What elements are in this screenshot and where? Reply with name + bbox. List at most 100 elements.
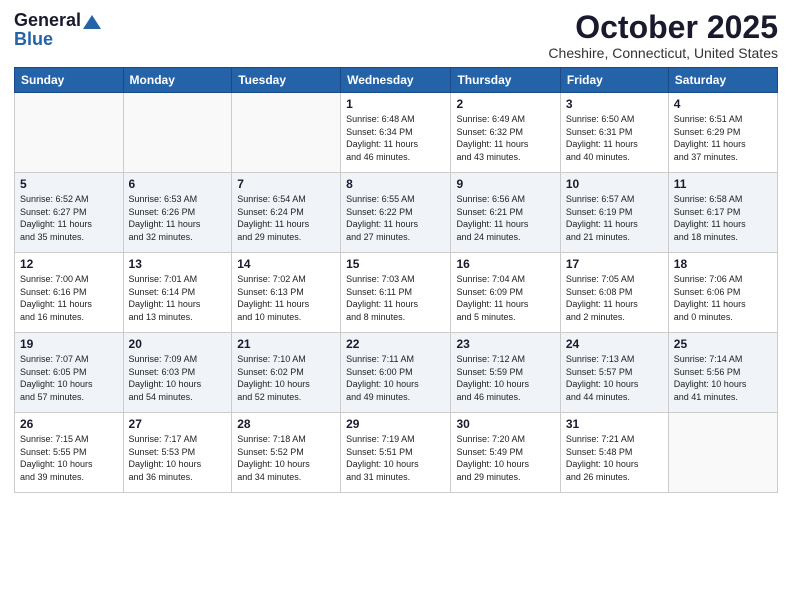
day-header-friday: Friday bbox=[560, 68, 668, 93]
day-info-text: Sunrise: 6:52 AM bbox=[20, 193, 118, 206]
day-info-text: Sunrise: 7:01 AM bbox=[129, 273, 227, 286]
day-info-text: Daylight: 11 hours bbox=[566, 298, 663, 311]
calendar-day-cell: 28Sunrise: 7:18 AMSunset: 5:52 PMDayligh… bbox=[232, 413, 341, 493]
day-info-text: Sunset: 6:27 PM bbox=[20, 206, 118, 219]
day-info-text: Daylight: 10 hours bbox=[456, 378, 554, 391]
day-info-text: Sunset: 6:29 PM bbox=[674, 126, 772, 139]
day-info-text: Daylight: 10 hours bbox=[20, 458, 118, 471]
day-number: 29 bbox=[346, 417, 445, 431]
calendar-day-cell bbox=[232, 93, 341, 173]
day-info-text: Sunset: 6:34 PM bbox=[346, 126, 445, 139]
day-info-text: Sunrise: 7:14 AM bbox=[674, 353, 772, 366]
day-info-text: and 44 minutes. bbox=[566, 391, 663, 404]
day-header-wednesday: Wednesday bbox=[341, 68, 451, 93]
calendar-day-cell: 17Sunrise: 7:05 AMSunset: 6:08 PMDayligh… bbox=[560, 253, 668, 333]
day-number: 4 bbox=[674, 97, 772, 111]
day-info-text: Daylight: 11 hours bbox=[456, 218, 554, 231]
logo-blue-text: Blue bbox=[14, 29, 53, 50]
calendar-day-cell bbox=[15, 93, 124, 173]
calendar-day-cell: 15Sunrise: 7:03 AMSunset: 6:11 PMDayligh… bbox=[341, 253, 451, 333]
day-info-text: and 35 minutes. bbox=[20, 231, 118, 244]
calendar-day-cell: 8Sunrise: 6:55 AMSunset: 6:22 PMDaylight… bbox=[341, 173, 451, 253]
day-info-text: Daylight: 10 hours bbox=[129, 378, 227, 391]
day-info-text: Daylight: 10 hours bbox=[346, 458, 445, 471]
day-info-text: Sunrise: 7:04 AM bbox=[456, 273, 554, 286]
header-right: October 2025 Cheshire, Connecticut, Unit… bbox=[548, 10, 778, 61]
day-info-text: and 29 minutes. bbox=[237, 231, 335, 244]
day-info-text: Sunrise: 7:19 AM bbox=[346, 433, 445, 446]
day-number: 6 bbox=[129, 177, 227, 191]
day-info-text: Daylight: 10 hours bbox=[237, 458, 335, 471]
day-number: 28 bbox=[237, 417, 335, 431]
calendar-day-cell: 31Sunrise: 7:21 AMSunset: 5:48 PMDayligh… bbox=[560, 413, 668, 493]
day-info-text: Sunrise: 7:10 AM bbox=[237, 353, 335, 366]
day-number: 31 bbox=[566, 417, 663, 431]
day-number: 17 bbox=[566, 257, 663, 271]
calendar-day-cell: 29Sunrise: 7:19 AMSunset: 5:51 PMDayligh… bbox=[341, 413, 451, 493]
day-number: 15 bbox=[346, 257, 445, 271]
day-info-text: Sunrise: 7:13 AM bbox=[566, 353, 663, 366]
day-info-text: and 31 minutes. bbox=[346, 471, 445, 484]
calendar-day-cell: 23Sunrise: 7:12 AMSunset: 5:59 PMDayligh… bbox=[451, 333, 560, 413]
day-number: 18 bbox=[674, 257, 772, 271]
day-number: 20 bbox=[129, 337, 227, 351]
day-info-text: and 37 minutes. bbox=[674, 151, 772, 164]
calendar-day-cell: 14Sunrise: 7:02 AMSunset: 6:13 PMDayligh… bbox=[232, 253, 341, 333]
day-info-text: Sunset: 6:05 PM bbox=[20, 366, 118, 379]
calendar-day-cell: 2Sunrise: 6:49 AMSunset: 6:32 PMDaylight… bbox=[451, 93, 560, 173]
day-number: 10 bbox=[566, 177, 663, 191]
day-info-text: Sunset: 5:55 PM bbox=[20, 446, 118, 459]
day-info-text: Sunset: 5:49 PM bbox=[456, 446, 554, 459]
day-info-text: and 0 minutes. bbox=[674, 311, 772, 324]
day-info-text: and 26 minutes. bbox=[566, 471, 663, 484]
day-info-text: Daylight: 11 hours bbox=[20, 298, 118, 311]
day-number: 12 bbox=[20, 257, 118, 271]
day-number: 24 bbox=[566, 337, 663, 351]
day-info-text: Sunrise: 7:20 AM bbox=[456, 433, 554, 446]
calendar-table: SundayMondayTuesdayWednesdayThursdayFrid… bbox=[14, 67, 778, 493]
day-info-text: Sunrise: 7:21 AM bbox=[566, 433, 663, 446]
calendar-container: General Blue October 2025 Cheshire, Conn… bbox=[0, 0, 792, 499]
day-header-monday: Monday bbox=[123, 68, 232, 93]
calendar-day-cell: 5Sunrise: 6:52 AMSunset: 6:27 PMDaylight… bbox=[15, 173, 124, 253]
calendar-day-cell: 18Sunrise: 7:06 AMSunset: 6:06 PMDayligh… bbox=[668, 253, 777, 333]
day-info-text: Sunset: 6:13 PM bbox=[237, 286, 335, 299]
calendar-day-cell: 22Sunrise: 7:11 AMSunset: 6:00 PMDayligh… bbox=[341, 333, 451, 413]
day-info-text: Daylight: 10 hours bbox=[566, 378, 663, 391]
calendar-day-cell: 19Sunrise: 7:07 AMSunset: 6:05 PMDayligh… bbox=[15, 333, 124, 413]
day-info-text: Sunrise: 6:50 AM bbox=[566, 113, 663, 126]
day-info-text: Daylight: 10 hours bbox=[20, 378, 118, 391]
day-number: 23 bbox=[456, 337, 554, 351]
day-info-text: and 43 minutes. bbox=[456, 151, 554, 164]
day-info-text: Sunset: 6:26 PM bbox=[129, 206, 227, 219]
calendar-week-row: 19Sunrise: 7:07 AMSunset: 6:05 PMDayligh… bbox=[15, 333, 778, 413]
day-info-text: and 46 minutes. bbox=[456, 391, 554, 404]
day-info-text: and 29 minutes. bbox=[456, 471, 554, 484]
day-info-text: Sunset: 5:56 PM bbox=[674, 366, 772, 379]
day-info-text: Sunrise: 7:02 AM bbox=[237, 273, 335, 286]
day-info-text: Sunset: 6:19 PM bbox=[566, 206, 663, 219]
day-info-text: Sunrise: 6:54 AM bbox=[237, 193, 335, 206]
day-info-text: Sunrise: 7:06 AM bbox=[674, 273, 772, 286]
day-info-text: Sunrise: 6:58 AM bbox=[674, 193, 772, 206]
day-info-text: Daylight: 11 hours bbox=[674, 218, 772, 231]
day-info-text: Sunset: 6:31 PM bbox=[566, 126, 663, 139]
day-info-text: and 39 minutes. bbox=[20, 471, 118, 484]
calendar-week-row: 1Sunrise: 6:48 AMSunset: 6:34 PMDaylight… bbox=[15, 93, 778, 173]
day-number: 7 bbox=[237, 177, 335, 191]
day-number: 5 bbox=[20, 177, 118, 191]
day-info-text: Sunset: 6:06 PM bbox=[674, 286, 772, 299]
calendar-day-cell: 7Sunrise: 6:54 AMSunset: 6:24 PMDaylight… bbox=[232, 173, 341, 253]
month-title: October 2025 bbox=[548, 10, 778, 45]
day-info-text: and 18 minutes. bbox=[674, 231, 772, 244]
day-info-text: Sunrise: 6:49 AM bbox=[456, 113, 554, 126]
day-info-text: Daylight: 10 hours bbox=[237, 378, 335, 391]
day-number: 21 bbox=[237, 337, 335, 351]
calendar-day-cell: 20Sunrise: 7:09 AMSunset: 6:03 PMDayligh… bbox=[123, 333, 232, 413]
day-info-text: and 40 minutes. bbox=[566, 151, 663, 164]
day-info-text: Daylight: 11 hours bbox=[129, 218, 227, 231]
day-info-text: Sunset: 6:08 PM bbox=[566, 286, 663, 299]
day-number: 22 bbox=[346, 337, 445, 351]
logo: General Blue bbox=[14, 10, 101, 50]
day-info-text: and 41 minutes. bbox=[674, 391, 772, 404]
